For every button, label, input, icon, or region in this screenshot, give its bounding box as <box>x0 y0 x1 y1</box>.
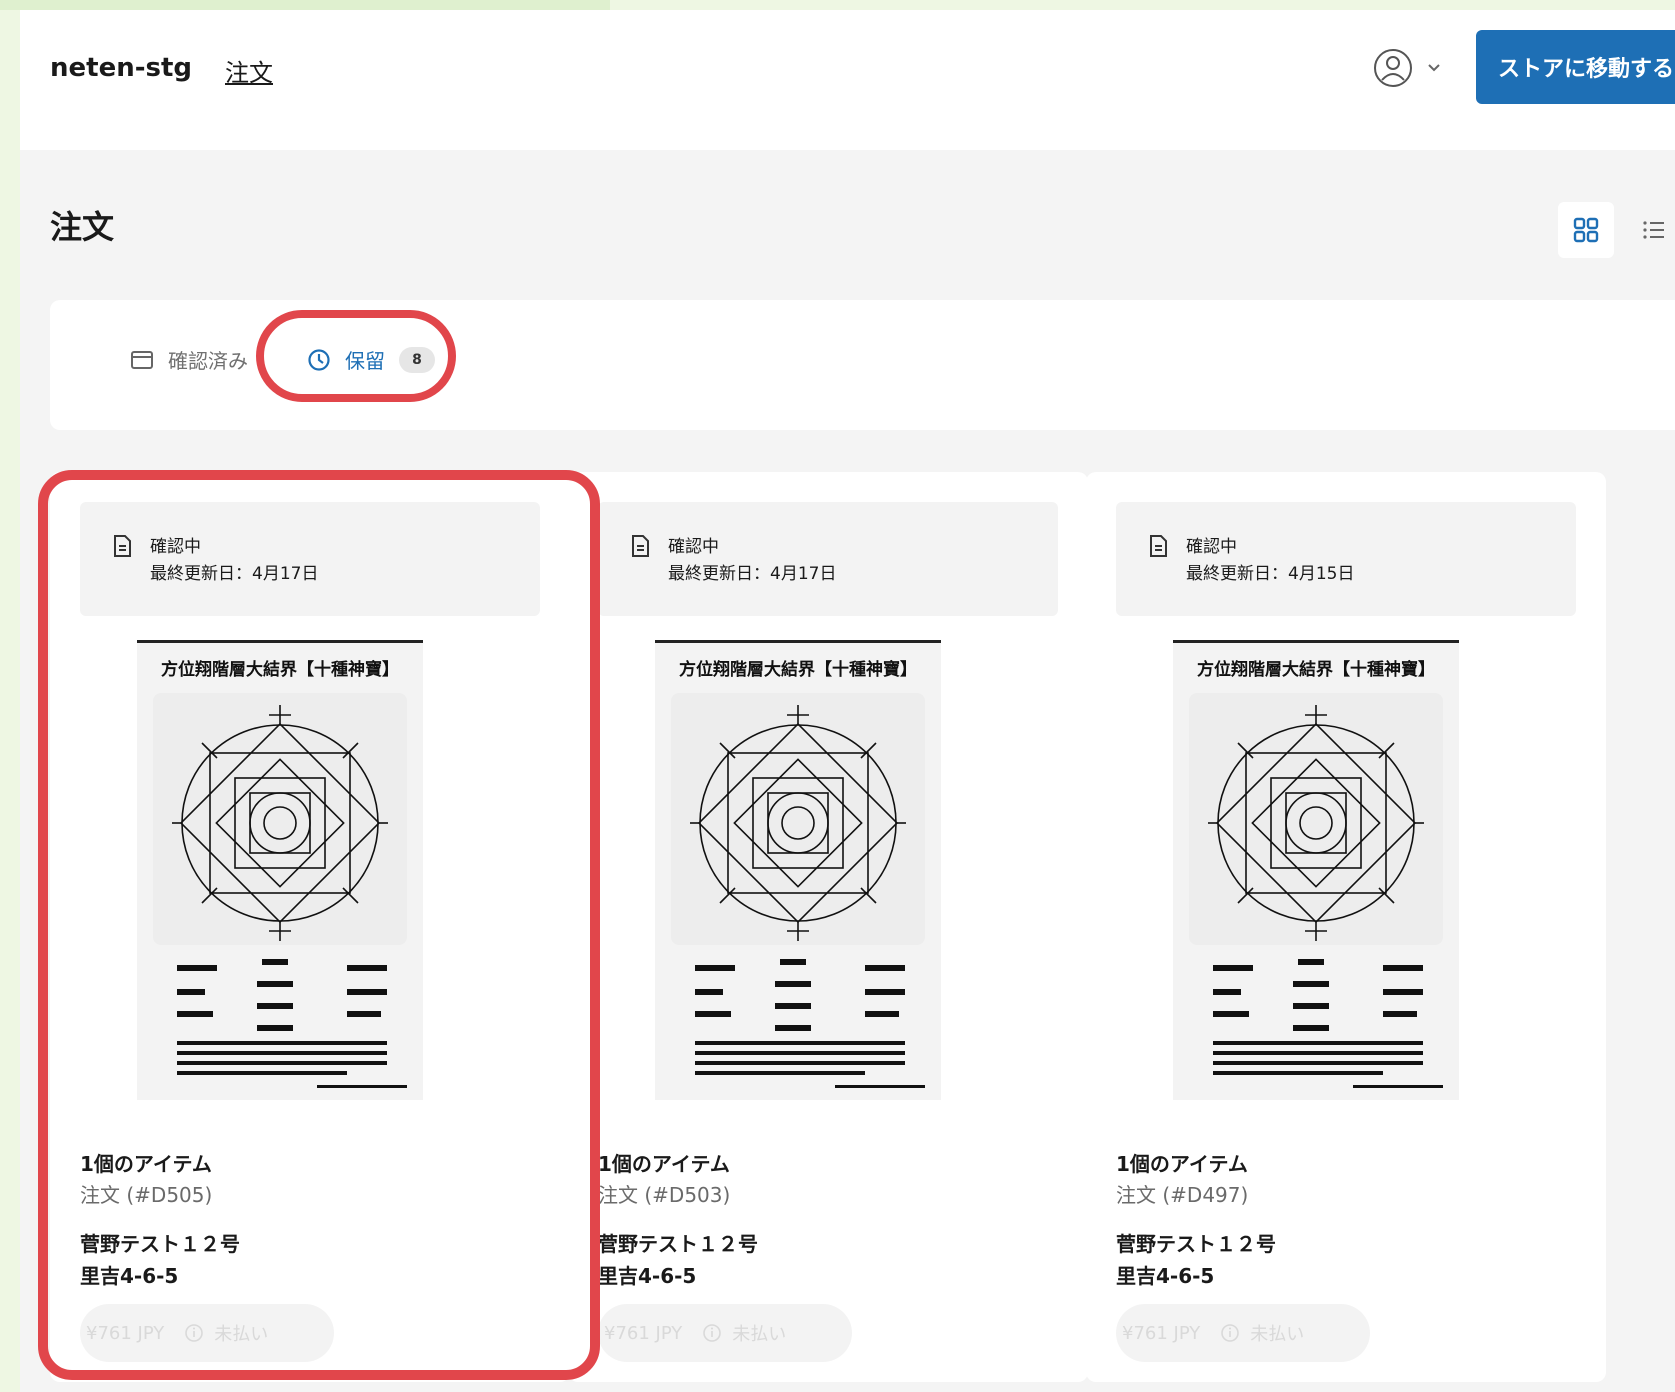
mandala-image-icon: 方位翔階層大結界【十種神寶】 <box>671 659 925 1088</box>
unpaid-status: 未払い <box>702 1320 786 1346</box>
order-status-box: 確認中 最終更新日：4月15日 <box>1116 502 1576 616</box>
order-card[interactable]: 確認中 最終更新日：4月17日 方位翔階層大結界【十種神寶】 1個のアイテム 注… <box>568 472 1088 1382</box>
order-status: 確認中 <box>1186 537 1237 557</box>
unpaid-status: 未払い <box>1220 1320 1304 1346</box>
last-updated: 最終更新日：4月17日 <box>668 564 837 584</box>
customer-address: 里吉4-6-5 <box>598 1264 697 1288</box>
customer-address: 里吉4-6-5 <box>1116 1264 1215 1288</box>
list-icon <box>1643 221 1664 239</box>
customer-name: 菅野テスト１２号 <box>1116 1232 1276 1256</box>
tab-confirmed[interactable]: 確認済み <box>130 345 248 374</box>
document-icon <box>1150 535 1167 557</box>
order-status-box: 確認中 最終更新日：4月17日 <box>598 502 1058 616</box>
order-number: 注文 (#D497) <box>1116 1183 1249 1207</box>
info-icon <box>703 1324 722 1342</box>
unpaid-label: 未払い <box>1250 1324 1305 1345</box>
grid-icon <box>1573 217 1599 243</box>
order-price: ¥761 JPY <box>604 1322 683 1344</box>
page-title: 注文 <box>50 208 115 246</box>
calendar-icon <box>131 350 153 369</box>
highlight-first-card <box>38 470 600 1380</box>
tab-confirmed-label: 確認済み <box>168 349 248 373</box>
user-avatar-icon <box>1374 49 1412 87</box>
payment-status: ¥761 JPY 未払い <box>1116 1304 1370 1362</box>
product-title: 方位翔階層大結界【十種神寶】 <box>679 659 917 680</box>
order-number: 注文 (#D503) <box>598 1183 731 1207</box>
order-card[interactable]: 確認中 最終更新日：4月15日 方位翔階層大結界【十種神寶】 1個のアイテム 注… <box>1086 472 1606 1382</box>
header: neten-stg 注文 ストアに移動する <box>20 10 1675 150</box>
order-price: ¥761 JPY <box>1122 1322 1201 1344</box>
order-status: 確認中 <box>668 537 719 557</box>
top-band <box>0 0 610 10</box>
list-view-button[interactable] <box>1634 202 1674 258</box>
product-thumbnail: 方位翔階層大結界【十種神寶】 <box>1173 640 1459 1100</box>
nav-order-link[interactable]: 注文 <box>225 53 273 88</box>
last-updated: 最終更新日：4月15日 <box>1186 564 1355 584</box>
account-menu[interactable] <box>1373 48 1441 88</box>
item-count: 1個のアイテム <box>598 1152 730 1176</box>
product-title: 方位翔階層大結界【十種神寶】 <box>1197 659 1435 680</box>
info-icon <box>1221 1324 1240 1342</box>
payment-status: ¥761 JPY 未払い <box>598 1304 852 1362</box>
document-icon <box>632 535 649 557</box>
mandala-image-icon: 方位翔階層大結界【十種神寶】 <box>1189 659 1443 1088</box>
chevron-down-icon <box>1428 64 1440 72</box>
highlight-hold-tab <box>256 310 456 402</box>
product-thumbnail: 方位翔階層大結界【十種神寶】 <box>655 640 941 1100</box>
shop-name[interactable]: neten-stg <box>50 53 192 83</box>
customer-name: 菅野テスト１２号 <box>598 1232 758 1256</box>
unpaid-label: 未払い <box>732 1324 787 1345</box>
item-count: 1個のアイテム <box>1116 1152 1248 1176</box>
grid-view-button[interactable] <box>1558 202 1614 258</box>
go-to-store-button[interactable]: ストアに移動する <box>1476 30 1675 104</box>
view-toggle <box>1558 202 1674 258</box>
